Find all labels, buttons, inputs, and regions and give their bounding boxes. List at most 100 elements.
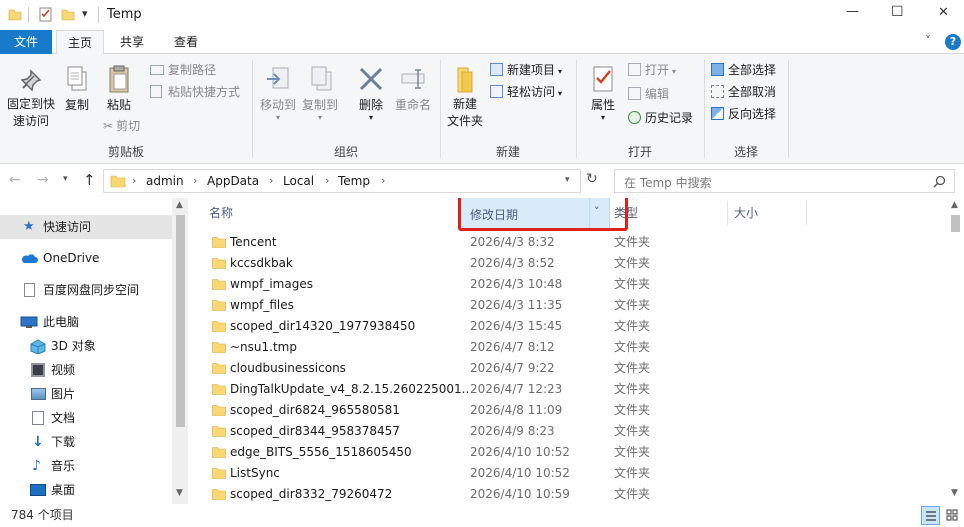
breadcrumb-appdata[interactable]: AppData [207, 174, 259, 188]
table-row[interactable]: Tencent 2026/4/3 8:32 文件夹 [188, 232, 948, 253]
select-none-button[interactable]: 全部取消 [711, 82, 776, 102]
list-scrollbar[interactable]: ▲ ▼ [947, 198, 964, 504]
folder-icon [212, 342, 226, 353]
search-box[interactable]: 在 Temp 中搜索 [614, 169, 955, 193]
pin-to-quick-access-button[interactable]: 固定到快 速访问 [3, 64, 59, 130]
table-row[interactable]: scoped_dir14320_1977938450 2026/4/3 15:45… [188, 316, 948, 337]
invert-selection-button[interactable]: 反向选择 [711, 104, 776, 124]
tab-share[interactable]: 共享 [108, 30, 156, 54]
table-row[interactable]: edge_BITS_5556_1518605450 2026/4/10 10:52… [188, 442, 948, 463]
column-header-name[interactable]: 名称 [209, 198, 459, 228]
refresh-icon[interactable]: ↻ [586, 171, 598, 187]
file-type: 文件夹 [614, 487, 651, 501]
address-row: ← → ▾ ↑ › admin › AppData › Local › Temp… [0, 164, 964, 198]
history-button[interactable]: 历史记录 [628, 108, 693, 128]
ribbon-collapse-icon[interactable]: ˅ [925, 34, 931, 48]
nav-item-pictures[interactable]: 图片 [0, 382, 172, 406]
address-bar[interactable]: › admin › AppData › Local › Temp › ▾ [103, 169, 581, 193]
nav-item-onedrive[interactable]: OneDrive [0, 246, 172, 270]
help-icon[interactable]: ? [945, 34, 961, 50]
star-icon: ★ [23, 219, 35, 234]
new-item-button[interactable]: 新建项目 ▾ [490, 60, 562, 82]
table-row[interactable]: scoped_dir8344_958378457 2026/4/9 8:23 文件夹 [188, 421, 948, 442]
folder-icon [212, 258, 226, 269]
table-row[interactable]: scoped_dir8332_79260472 2026/4/10 10:59 文件… [188, 484, 948, 504]
folder-icon [212, 405, 226, 416]
paste-shortcut-button[interactable]: 粘贴快捷方式 [150, 82, 240, 102]
nav-item-documents[interactable]: 文档 [0, 406, 172, 430]
up-icon[interactable]: ↑ [83, 171, 96, 189]
file-name: ~nsu1.tmp [230, 340, 297, 354]
folder-icon [212, 447, 226, 458]
new-folder-button[interactable]: 新建 文件夹 [444, 64, 486, 130]
select-all-button[interactable]: 全部选择 [711, 60, 776, 80]
file-date: 2026/4/3 15:45 [470, 319, 563, 333]
easy-access-button[interactable]: 轻松访问 ▾ [490, 82, 562, 104]
scroll-up-icon[interactable]: ▲ [176, 200, 183, 210]
rename-button[interactable]: 重命名 [390, 64, 436, 114]
paste-shortcut-icon [150, 85, 162, 98]
close-button[interactable]: ✕ [938, 5, 949, 20]
nav-item-quick-access[interactable]: ★ 快速访问 [0, 215, 172, 239]
nav-item-this-pc[interactable]: 此电脑 [0, 310, 172, 334]
nav-item-3d-objects[interactable]: 3D 对象 [0, 334, 172, 358]
column-header-type[interactable]: 类型 [614, 198, 724, 228]
nav-item-music[interactable]: ♪ 音乐 [0, 454, 172, 478]
cut-button[interactable]: ✂ 剪切 [103, 116, 140, 136]
maximize-button[interactable]: ☐ [891, 4, 904, 20]
breadcrumb-temp[interactable]: Temp [338, 174, 370, 188]
nav-item-downloads[interactable]: ↓ 下载 [0, 430, 172, 454]
history-label: 历史记录 [645, 111, 694, 125]
properties-quick-icon[interactable] [38, 6, 54, 22]
delete-button[interactable]: 删除 ▾ [352, 64, 390, 122]
copy-button[interactable]: 复制 [60, 64, 94, 114]
breadcrumb-local[interactable]: Local [283, 174, 314, 188]
table-row[interactable]: wmpf_files 2026/4/3 11:35 文件夹 [188, 295, 948, 316]
edit-button[interactable]: 编辑 [628, 84, 669, 104]
column-header-size[interactable]: 大小 [734, 198, 804, 228]
copy-icon [67, 66, 87, 91]
minimize-button[interactable]: — [846, 4, 859, 19]
tab-view[interactable]: 查看 [162, 30, 210, 54]
nav-item-baidu-sync[interactable]: 百度网盘同步空间 [0, 278, 172, 302]
new-folder-quick-icon[interactable] [61, 7, 75, 21]
table-row[interactable]: cloudbusinessicons 2026/4/7 9:22 文件夹 [188, 358, 948, 379]
scroll-down-icon[interactable]: ▼ [951, 488, 958, 498]
forward-icon[interactable]: → [37, 172, 49, 188]
nav-scrollbar[interactable]: ▲ ▼ [172, 198, 189, 504]
scroll-down-icon[interactable]: ▼ [176, 488, 183, 498]
customize-quick-access-icon[interactable]: ▾ [82, 7, 88, 20]
file-name: edge_BITS_5556_1518605450 [230, 445, 412, 459]
folder-icon[interactable] [8, 7, 22, 21]
copy-to-button[interactable]: 复制到 ▾ [300, 64, 340, 122]
table-row[interactable]: wmpf_images 2026/4/3 10:48 文件夹 [188, 274, 948, 295]
open-button[interactable]: 打开 ▾ [628, 60, 676, 82]
copy-path-button[interactable]: 复制路径 [150, 60, 216, 80]
nav-item-desktop[interactable]: 桌面 [0, 478, 172, 502]
move-to-button[interactable]: 移动到 ▾ [258, 64, 298, 122]
search-input[interactable]: 在 Temp 中搜索 [624, 174, 712, 191]
breadcrumb-admin[interactable]: admin [146, 174, 184, 188]
scroll-up-icon[interactable]: ▲ [951, 200, 958, 210]
tab-home[interactable]: 主页 [56, 30, 104, 55]
paste-button[interactable]: 粘贴 [100, 64, 138, 114]
properties-button[interactable]: 属性 ▾ [584, 64, 622, 122]
nav-scrollbar-thumb[interactable] [176, 215, 185, 427]
recent-locations-icon[interactable]: ▾ [63, 174, 68, 184]
file-type: 文件夹 [614, 382, 651, 396]
table-row[interactable]: ~nsu1.tmp 2026/4/7 8:12 文件夹 [188, 337, 948, 358]
table-row[interactable]: kccsdkbak 2026/4/3 8:52 文件夹 [188, 253, 948, 274]
tab-file[interactable]: 文件 [0, 30, 52, 54]
table-row[interactable]: ListSync 2026/4/10 10:52 文件夹 [188, 463, 948, 484]
nav-item-videos[interactable]: 视频 [0, 358, 172, 382]
back-icon[interactable]: ← [9, 172, 21, 188]
table-row[interactable]: scoped_dir6824_965580581 2026/4/8 11:09 文件… [188, 400, 948, 421]
search-icon[interactable] [933, 175, 946, 188]
copy-label: 复制 [64, 98, 89, 112]
address-dropdown-icon[interactable]: ▾ [565, 175, 570, 185]
details-view-button[interactable] [921, 506, 940, 525]
large-icons-view-button[interactable] [943, 506, 962, 525]
table-row[interactable]: DingTalkUpdate_v4_8.2.15.260225001... 202… [188, 379, 948, 400]
list-scrollbar-thumb[interactable] [951, 215, 960, 232]
breadcrumb-separator-icon: › [132, 174, 137, 187]
